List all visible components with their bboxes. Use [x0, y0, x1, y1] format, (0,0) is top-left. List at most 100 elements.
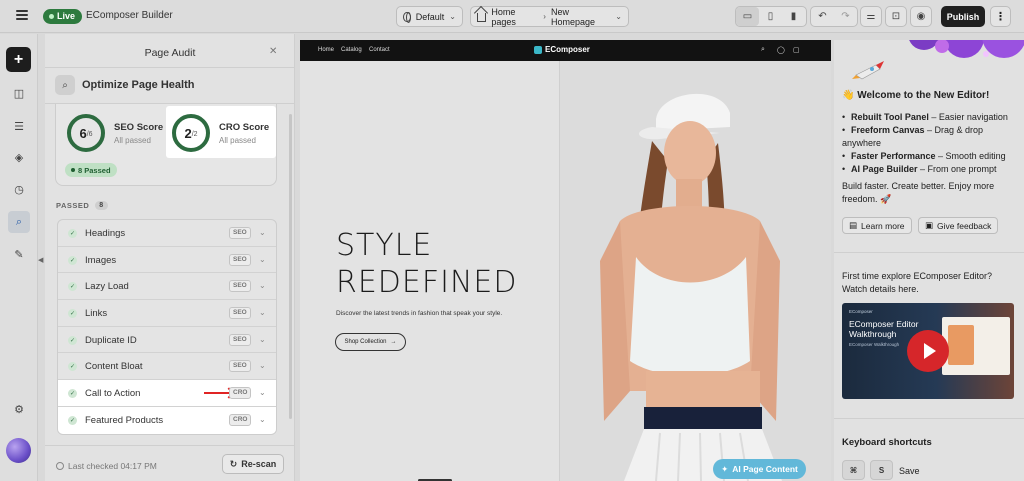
audit-search-icon: ⌕	[55, 75, 75, 95]
chevron-down-icon[interactable]: ⌄	[259, 388, 266, 397]
check-row-lazy-load[interactable]: ✓ Lazy Load SEO ⌄	[58, 273, 276, 301]
undo-icon[interactable]: ↶	[811, 7, 834, 26]
pages-icon[interactable]: ◫	[8, 82, 30, 104]
breadcrumb-page: New Homepage	[550, 6, 595, 27]
sections-icon[interactable]: ☰	[8, 115, 30, 137]
rocket-icon	[852, 61, 884, 80]
page-audit-icon[interactable]: ⌕	[8, 211, 30, 233]
chevron-down-icon[interactable]: ⌄	[259, 255, 266, 264]
theme-selector[interactable]: Default ⌄	[396, 6, 463, 27]
editor-canvas[interactable]: Home Catalog Contact EComposer ⌕ ◯ ▢ STY…	[300, 40, 831, 481]
cro-score[interactable]: 2/2 CRO Score All passed	[172, 114, 269, 152]
chevron-down-icon[interactable]: ⌄	[259, 281, 266, 290]
check-row-images[interactable]: ✓ Images SEO ⌄	[58, 247, 276, 274]
chevron-down-icon: ⌄	[615, 12, 622, 21]
welcome-tagline: Build faster. Create better. Enjoy more …	[842, 181, 995, 204]
feedback-icon: ▣	[925, 220, 934, 230]
cro-tag: CRO	[229, 413, 252, 426]
feature-item: • AI Page Builder – From one prompt	[842, 164, 997, 174]
menu-icon[interactable]	[14, 8, 30, 24]
check-row-headings[interactable]: ✓ Headings SEO ⌄	[58, 220, 276, 247]
globe-icon	[403, 11, 411, 23]
apps-icon[interactable]: ✎	[8, 243, 30, 265]
gear-icon[interactable]: ⚙	[8, 398, 30, 420]
nav-link-home[interactable]: Home	[318, 47, 334, 53]
avatar[interactable]	[6, 438, 31, 463]
shortcut-label: Save	[899, 466, 920, 476]
seo-score[interactable]: 6/6 SEO Score All passed	[67, 114, 163, 152]
feature-item: • Rebuilt Tool Panel – Easier navigation	[842, 112, 1008, 122]
play-icon[interactable]	[907, 330, 949, 372]
add-element-button[interactable]: +	[6, 47, 31, 72]
account-icon[interactable]: ◯	[777, 46, 785, 54]
site-brand[interactable]: EComposer	[534, 45, 590, 54]
check-icon: ✓	[68, 362, 77, 372]
check-icon: ✓	[68, 282, 77, 292]
device-switcher: ▭ ▯ ▮	[735, 6, 807, 27]
layers-icon[interactable]: ◈	[8, 146, 30, 168]
rescan-button[interactable]: ↻ Re-scan	[222, 454, 284, 474]
audit-check-list: ✓ Headings SEO ⌄ ✓ Images SEO ⌄ ✓ Lazy L…	[57, 219, 277, 435]
chevron-down-icon[interactable]: ⌄	[259, 335, 266, 344]
sparkle-icon: ✦	[721, 463, 729, 474]
seo-tag: SEO	[229, 227, 251, 239]
page-audit-toggle-icon[interactable]: ⊡	[885, 6, 907, 27]
redo-icon[interactable]: ↷	[834, 7, 857, 26]
collapse-panel-icon[interactable]: ◀	[38, 256, 44, 268]
give-feedback-button[interactable]: ▣ Give feedback	[918, 217, 999, 234]
history-controls: ↶ ↷	[810, 6, 858, 27]
breadcrumb-separator-icon: ›	[543, 12, 546, 21]
check-icon: ✓	[68, 335, 77, 345]
chevron-down-icon[interactable]: ⌄	[259, 228, 266, 237]
unpin-icon[interactable]: ✕	[269, 46, 277, 57]
panel-title: Page Audit	[144, 47, 196, 59]
nav-link-catalog[interactable]: Catalog	[341, 47, 362, 53]
shop-collection-button[interactable]: Shop Collection →	[335, 333, 406, 351]
chevron-down-icon[interactable]: ⌄	[259, 361, 266, 370]
seo-score-ring: 6/6	[67, 114, 105, 152]
video-thumbnail	[942, 317, 1010, 375]
walkthrough-prompt: First time explore EComposer Editor? Wat…	[842, 271, 993, 294]
check-row-content-bloat[interactable]: ✓ Content Bloat SEO ⌄	[58, 353, 276, 381]
chevron-down-icon[interactable]: ⌄	[259, 308, 266, 317]
check-icon: ✓	[68, 389, 77, 399]
check-row-featured-products[interactable]: ✓ Featured Products CRO ⌄	[58, 406, 276, 434]
desktop-icon[interactable]: ▭	[736, 7, 759, 26]
panel-footer: Last checked 04:17 PM ↻ Re-scan	[45, 445, 295, 481]
check-row-links[interactable]: ✓ Links SEO ⌄	[58, 300, 276, 327]
live-badge: Live	[43, 9, 83, 24]
seo-tag: SEO	[229, 253, 251, 266]
keyboard-shortcuts-heading: Keyboard shortcuts	[842, 437, 932, 448]
optimize-heading: ⌕ Optimize Page Health	[55, 75, 194, 95]
check-icon: ✓	[68, 229, 77, 238]
page-breadcrumb-selector[interactable]: Home pages › New Homepage ⌄	[470, 6, 629, 27]
more-options-icon[interactable]: ⋮	[990, 6, 1011, 27]
check-row-duplicate-id[interactable]: ✓ Duplicate ID SEO ⌄	[58, 327, 276, 354]
ai-page-content-button[interactable]: ✦ AI Page Content	[713, 459, 806, 479]
panel-header: Page Audit ✕	[45, 34, 295, 68]
chevron-down-icon[interactable]: ⌄	[259, 415, 266, 424]
hero-model-image[interactable]	[560, 61, 831, 481]
welcome-panel: 👋 Welcome to the New Editor! • Rebuilt To…	[834, 40, 1024, 481]
cart-icon[interactable]: ▢	[793, 46, 800, 54]
live-dot-icon	[49, 14, 54, 19]
feature-item: • Freeform Canvas – Drag & drop anywhere	[842, 125, 984, 148]
arrow-right-icon: →	[390, 339, 397, 345]
check-icon: ✓	[68, 309, 77, 319]
home-icon	[477, 13, 487, 22]
divider	[834, 252, 1024, 253]
seo-tag: SEO	[229, 333, 251, 346]
history-icon[interactable]: ◷	[8, 178, 30, 200]
check-row-call-to-action[interactable]: ✓ Call to Action CRO ⌄	[58, 380, 276, 407]
document-icon: ▤	[849, 220, 858, 230]
tablet-icon[interactable]: ▯	[759, 7, 782, 26]
panel-scrollbar[interactable]	[289, 114, 292, 419]
learn-more-button[interactable]: ▤ Learn more	[842, 217, 912, 234]
publish-button[interactable]: Publish	[941, 6, 985, 27]
preview-eye-icon[interactable]: ◉	[910, 6, 932, 27]
walkthrough-video[interactable]: EComposer EComposer Editor Walkthrough E…	[842, 303, 1014, 399]
mobile-icon[interactable]: ▮	[782, 7, 805, 26]
settings-sliders-icon[interactable]: ⚌	[860, 6, 882, 27]
nav-link-contact[interactable]: Contact	[369, 47, 390, 53]
search-icon[interactable]: ⌕	[761, 46, 765, 54]
